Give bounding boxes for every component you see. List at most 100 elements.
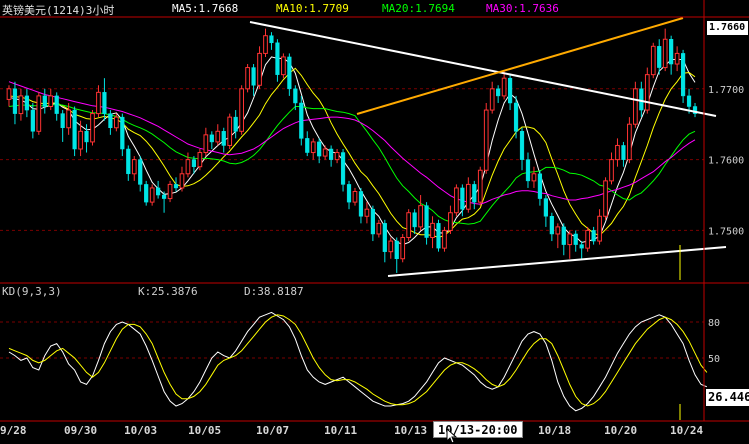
candle-body-up	[603, 180, 608, 217]
x-tick-label: 10/13	[394, 424, 428, 437]
kd-tick-label: 50	[708, 354, 720, 365]
candle-body-up	[185, 159, 191, 175]
candle-body-down	[173, 184, 179, 189]
candle-body-up	[263, 35, 268, 54]
candle-body-down	[657, 46, 662, 68]
candle-body-down	[537, 173, 543, 199]
candle-body-down	[573, 233, 578, 245]
x-tick-label: 10/24	[670, 424, 704, 437]
candle-body-up	[203, 134, 209, 154]
ma-line-ma10	[8, 67, 696, 239]
candle-body-down	[120, 116, 125, 150]
candle-body-up	[465, 183, 471, 210]
current-price-label: 1.7660	[707, 21, 748, 35]
candle-body-down	[639, 88, 644, 111]
candlesticks	[6, 28, 698, 273]
ma5-label: MA5:1.7668	[172, 2, 239, 15]
candle-body-down	[221, 131, 226, 146]
candle-body-up	[352, 190, 358, 203]
x-tick-label: 10/07	[256, 424, 290, 437]
mouse-cursor-icon	[446, 428, 458, 444]
candle-body-down	[507, 77, 513, 104]
candle-body-down	[299, 102, 304, 139]
moving-average-lines	[8, 56, 696, 246]
candle-body-down	[108, 113, 113, 129]
ma30-label: MA30:1.7636	[486, 2, 559, 15]
x-tick-label: 10/05	[188, 424, 222, 437]
candle-body-up	[442, 229, 447, 249]
candle-body-down	[513, 102, 519, 132]
kd-lines	[8, 311, 708, 412]
candle-body-down	[669, 38, 674, 65]
candle-body-up	[376, 222, 382, 235]
candle-body-up	[483, 109, 489, 171]
candle-body-down	[191, 159, 197, 167]
candle-body-down	[161, 194, 167, 199]
candle-body-down	[287, 56, 292, 90]
candle-body-down	[233, 116, 238, 132]
candle-body-up	[179, 173, 185, 189]
x-tick-label: 09/30	[64, 424, 98, 437]
candle-body-up	[66, 109, 71, 129]
candle-body-up	[615, 144, 620, 161]
candle-body-up	[90, 113, 95, 143]
candle-body-down	[293, 88, 298, 104]
candle-body-up	[567, 233, 573, 246]
candle-body-down	[305, 138, 310, 153]
price-tick-label: 1.7700	[708, 85, 744, 96]
kd-tick-label: 80	[708, 318, 720, 329]
candle-body-down	[72, 109, 77, 150]
candle-body-down	[138, 159, 143, 185]
kd-axis-labels: 50 80	[708, 318, 720, 365]
candle-body-up	[149, 187, 155, 203]
x-tick-label: 10/18	[538, 424, 572, 437]
candle-body-up	[215, 130, 221, 143]
candle-body-up	[662, 38, 668, 69]
candle-body-up	[501, 77, 507, 97]
candle-body-up	[650, 45, 656, 76]
candle-body-up	[18, 95, 24, 115]
candle-body-down	[329, 148, 334, 160]
candle-body-down	[525, 159, 531, 182]
candle-body-down	[340, 152, 346, 185]
candle-body-up	[48, 95, 54, 108]
candle-body-down	[543, 198, 548, 217]
candle-body-up	[555, 226, 561, 235]
candle-body-up	[6, 88, 12, 100]
instrument-title: 英镑美元(1214)3小时	[2, 4, 115, 17]
candle-body-up	[245, 67, 250, 90]
price-tick-label: 1.7600	[708, 156, 744, 167]
candle-body-down	[275, 42, 280, 75]
candle-body-up	[644, 74, 650, 111]
ma-line-ma30	[8, 81, 696, 205]
candle-body-up	[388, 240, 394, 253]
candle-body-up	[310, 141, 316, 154]
candle-body-down	[472, 184, 477, 203]
candle-body-down	[621, 145, 626, 160]
candle-body-up	[131, 159, 137, 175]
candle-body-down	[460, 187, 465, 210]
candle-body-down	[251, 67, 256, 86]
candle-body-down	[370, 208, 375, 235]
candle-body-up	[477, 169, 483, 203]
candle-body-down	[156, 187, 161, 196]
candle-body-up	[36, 95, 42, 132]
candle-body-down	[144, 184, 149, 203]
kd-indicator-name: KD(9,3,3)	[2, 285, 62, 298]
candle-body-up	[197, 152, 203, 168]
kd-line-d	[8, 314, 708, 407]
candle-body-up	[257, 52, 262, 86]
candle-body-down	[496, 88, 501, 97]
candle-body-up	[322, 148, 328, 157]
candle-body-up	[281, 56, 286, 76]
candle-body-up	[418, 205, 423, 228]
ma20-label: MA20:1.7694	[382, 2, 455, 15]
candle-body-down	[686, 95, 692, 107]
candle-body-up	[597, 215, 602, 242]
candle-body-up	[448, 212, 453, 231]
candle-body-down	[680, 53, 686, 97]
candle-body-down	[412, 212, 417, 228]
kd-k-value: K:25.3876	[138, 285, 198, 298]
candle-body-up	[454, 187, 459, 214]
candle-body-up	[627, 123, 632, 161]
